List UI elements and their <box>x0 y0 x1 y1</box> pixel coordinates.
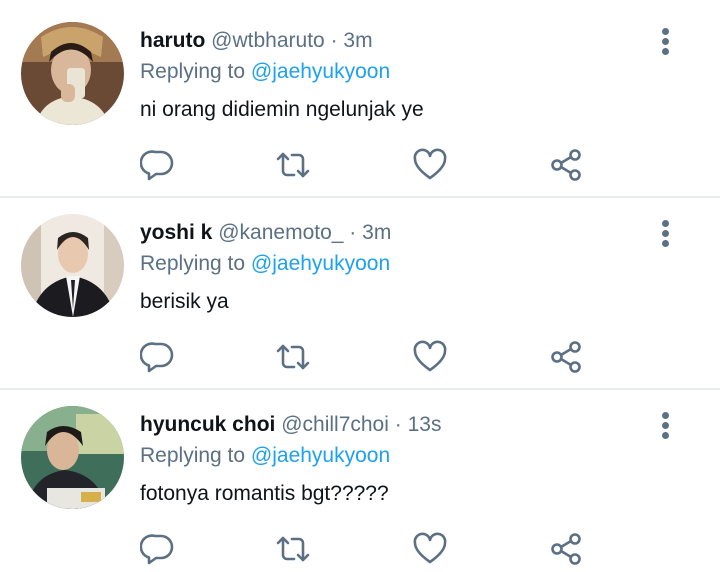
separator-dot: · <box>394 413 402 436</box>
share-icon[interactable] <box>548 531 584 567</box>
separator-dot: · <box>330 29 338 52</box>
retweet-icon[interactable] <box>275 147 311 183</box>
timestamp[interactable]: 3m <box>362 221 391 244</box>
more-vertical-icon[interactable] <box>656 220 676 248</box>
heart-icon[interactable] <box>412 531 448 567</box>
tweet-header: haruto @wtbharuto · 3m <box>140 29 373 53</box>
replying-to-line: Replying to @jaehyukyoon <box>140 60 390 84</box>
comment-icon[interactable] <box>140 531 176 567</box>
more-vertical-icon[interactable] <box>656 412 676 440</box>
avatar[interactable] <box>21 406 124 509</box>
tweet-header: hyuncuk choi @chill7choi · 13s <box>140 413 441 437</box>
display-name[interactable]: hyuncuk choi <box>140 413 275 436</box>
retweet-icon[interactable] <box>275 339 311 375</box>
replying-to-line: Replying to @jaehyukyoon <box>140 444 390 468</box>
tweet-header: yoshi k @kanemoto_ · 3m <box>140 221 391 245</box>
heart-icon[interactable] <box>412 147 448 183</box>
tweet-text: berisik ya <box>140 290 229 313</box>
timestamp[interactable]: 3m <box>343 29 372 52</box>
retweet-icon[interactable] <box>275 531 311 567</box>
heart-icon[interactable] <box>412 339 448 375</box>
display-name[interactable]: haruto <box>140 29 205 52</box>
user-handle[interactable]: @wtbharuto <box>211 29 325 52</box>
replying-to-mention[interactable]: @jaehyukyoon <box>251 444 390 467</box>
avatar[interactable] <box>21 214 124 317</box>
replying-to-label: Replying to <box>140 60 246 83</box>
share-icon[interactable] <box>548 147 584 183</box>
avatar[interactable] <box>21 22 124 125</box>
replying-to-label: Replying to <box>140 444 246 467</box>
replying-to-label: Replying to <box>140 252 246 275</box>
share-icon[interactable] <box>548 339 584 375</box>
timestamp[interactable]: 13s <box>408 413 442 436</box>
more-vertical-icon[interactable] <box>656 28 676 56</box>
reply-tweet[interactable]: yoshi k @kanemoto_ · 3m Replying to @jae… <box>0 192 720 388</box>
display-name[interactable]: yoshi k <box>140 221 212 244</box>
comment-icon[interactable] <box>140 147 176 183</box>
separator-dot: · <box>349 221 357 244</box>
replying-to-mention[interactable]: @jaehyukyoon <box>251 60 390 83</box>
tweet-text: fotonya romantis bgt????? <box>140 482 389 505</box>
reply-tweet[interactable]: hyuncuk choi @chill7choi · 13s Replying … <box>0 384 720 572</box>
comment-icon[interactable] <box>140 339 176 375</box>
user-handle[interactable]: @kanemoto_ <box>218 221 343 244</box>
tweet-text: ni orang didiemin ngelunjak ye <box>140 98 424 121</box>
replying-to-mention[interactable]: @jaehyukyoon <box>251 252 390 275</box>
reply-tweet[interactable]: haruto @wtbharuto · 3m Replying to @jaeh… <box>0 0 720 196</box>
replying-to-line: Replying to @jaehyukyoon <box>140 252 390 276</box>
user-handle[interactable]: @chill7choi <box>281 413 389 436</box>
